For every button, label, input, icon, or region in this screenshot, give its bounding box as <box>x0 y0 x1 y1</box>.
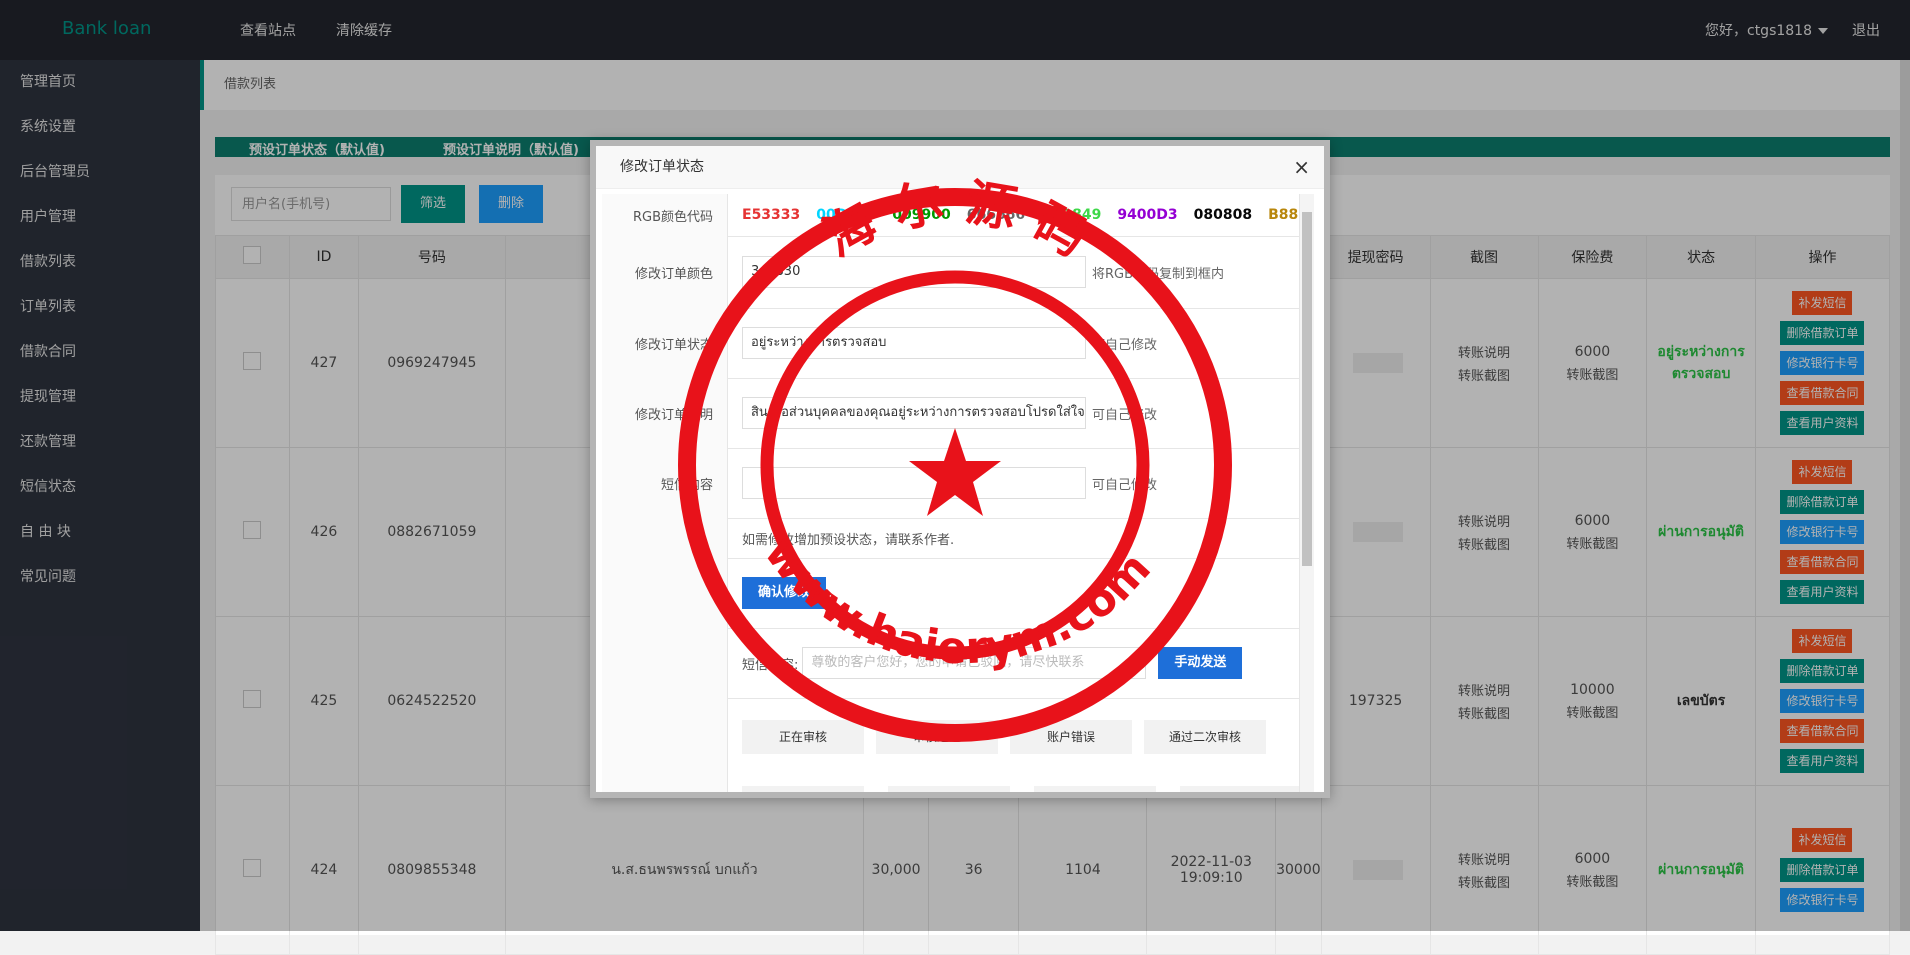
sms-row: 短信内容 可自己修改 <box>602 448 1314 519</box>
sms-hint: 可自己修改 <box>1092 477 1158 493</box>
desc-label: 修改订单说明 <box>602 378 728 448</box>
status-account-error-button[interactable]: 账户错误 <box>1010 720 1132 754</box>
color-row: 修改订单颜色 3ed830 将RGB代码复制到框内 <box>602 236 1314 309</box>
status-row: 修改订单状态 อยู่ระหว่างการตรวจสอบ 可自己修改 <box>602 308 1314 379</box>
rgb-code: 009900 <box>892 207 951 223</box>
status-button-partial[interactable] <box>888 786 1010 792</box>
modal-title: 修改订单状态 <box>620 159 704 175</box>
rgb-code: 9400D3 <box>1117 207 1178 223</box>
note-row: 如需修改增加预设状态，请联系作者. <box>602 518 1314 559</box>
color-hint: 将RGB代码复制到框内 <box>1092 266 1225 282</box>
desc-row: 修改订单说明 สินเชื่อส่วนบุคคลของคุณอยู่ระหว่า… <box>602 378 1314 449</box>
modal-header: 修改订单状态 × <box>596 146 1324 189</box>
status-second-review-button[interactable]: 通过二次审核 <box>1144 720 1266 754</box>
edit-status-modal: 修改订单状态 × RGB颜色代码 E53333 00D5FF 009900 66… <box>590 140 1330 798</box>
desc-input[interactable]: สินเชื่อส่วนบุคคลของคุณอยู่ระหว่างการตรว… <box>742 397 1086 429</box>
rgb-code: 080808 <box>1193 207 1253 223</box>
rgb-label: RGB颜色代码 <box>602 194 728 236</box>
status-input[interactable]: อยู่ระหว่างการตรวจสอบ <box>742 327 1086 359</box>
status-buttons-row: 正在审核 审核通过 账户错误 通过二次审核 <box>602 698 1314 792</box>
color-input[interactable]: 3ed830 <box>742 256 1086 288</box>
sms-send-label: 短信内容: <box>742 657 799 673</box>
status-label: 修改订单状态 <box>602 308 728 378</box>
confirm-button[interactable]: 确认修改 <box>742 577 827 609</box>
rgb-code-list: E53333 00D5FF 009900 666666 3ED849 9400D… <box>742 194 1314 236</box>
rgb-code: 666666 <box>966 207 1026 223</box>
status-button-partial[interactable] <box>1034 786 1156 792</box>
status-reviewing-button[interactable]: 正在审核 <box>742 720 864 754</box>
sms-label: 短信内容 <box>602 448 728 518</box>
color-label: 修改订单颜色 <box>602 236 728 308</box>
rgb-code: 00D5FF <box>816 207 877 223</box>
status-approved-button[interactable]: 审核通过 <box>876 720 998 754</box>
status-button-partial[interactable] <box>742 786 864 792</box>
modal-body: RGB颜色代码 E53333 00D5FF 009900 666666 3ED8… <box>602 194 1314 792</box>
confirm-row: 确认修改 <box>602 558 1314 629</box>
sms-input[interactable] <box>742 467 1086 499</box>
scroll-thumb[interactable] <box>1302 212 1312 566</box>
rgb-code: E53333 <box>742 207 801 223</box>
close-icon[interactable]: × <box>1293 146 1310 188</box>
send-sms-button[interactable]: 手动发送 <box>1158 647 1243 679</box>
author-note: 如需修改增加预设状态，请联系作者. <box>742 532 955 548</box>
status-hint: 可自己修改 <box>1092 337 1158 353</box>
rgb-code: 3ED849 <box>1041 207 1102 223</box>
sms-send-input[interactable]: 尊敬的客户您好，您的申请已驳回，请尽快联系 <box>802 647 1147 679</box>
desc-hint: 可自己修改 <box>1092 407 1158 423</box>
modal-scrollbar[interactable] <box>1299 194 1314 792</box>
rgb-codes-row: RGB颜色代码 E53333 00D5FF 009900 666666 3ED8… <box>602 194 1314 237</box>
sms-send-row: 短信内容: 尊敬的客户您好，您的申请已驳回，请尽快联系 手动发送 <box>602 628 1314 699</box>
status-button-partial[interactable] <box>1180 786 1302 792</box>
